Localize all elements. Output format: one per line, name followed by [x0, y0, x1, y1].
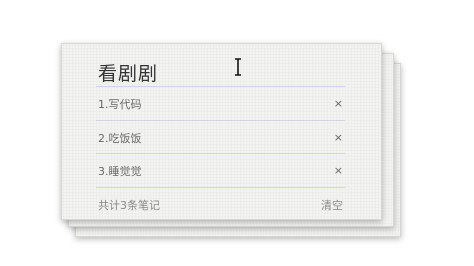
list-item-label: 2.吃饭饭 — [98, 131, 142, 145]
list-item: 3.睡觉觉 × — [96, 153, 345, 187]
list-item: 1.写代码 × — [96, 86, 345, 120]
remove-item-button[interactable]: × — [334, 97, 345, 110]
remove-item-button[interactable]: × — [334, 164, 345, 177]
list-item: 2.吃饭饭 × — [96, 120, 345, 154]
notes-card: 看剧剧 1.写代码 × 2.吃饭饭 × 3.睡觉觉 × 共计3条笔记 清空 — [61, 43, 382, 220]
notes-count: 共计3条笔记 — [98, 199, 160, 212]
card-footer: 共计3条笔记 清空 — [96, 187, 345, 222]
remove-item-button[interactable]: × — [334, 131, 345, 144]
clear-button[interactable]: 清空 — [321, 197, 345, 213]
list-item-label: 3.睡觉觉 — [98, 164, 142, 178]
text-cursor-icon — [235, 58, 241, 76]
card-title: 看剧剧 — [98, 63, 159, 85]
list-item-label: 1.写代码 — [98, 97, 142, 111]
